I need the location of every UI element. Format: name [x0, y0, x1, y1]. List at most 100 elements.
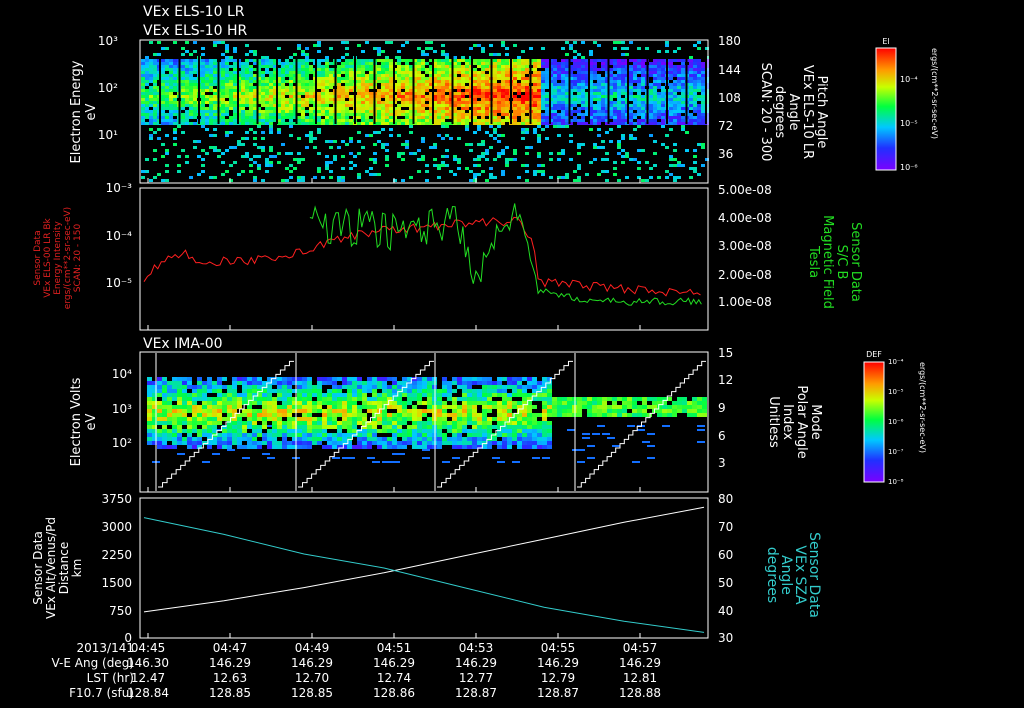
spectrogram-cell — [213, 128, 217, 131]
spectrogram-cell — [322, 445, 327, 449]
spectrogram-cell — [397, 405, 402, 409]
spectrogram-cell — [357, 405, 362, 409]
spectrogram-cell — [501, 152, 505, 155]
spectrogram-cell — [153, 149, 157, 152]
spectrogram-cell — [209, 65, 213, 68]
spectrogram-cell — [537, 140, 541, 143]
spectrogram-cell — [221, 41, 225, 44]
spectrogram-cell — [653, 122, 657, 125]
spectrogram-cell — [309, 86, 313, 89]
spectrogram-cell — [441, 119, 445, 122]
spectrogram-cell — [557, 74, 561, 77]
spectrogram-cell — [457, 83, 461, 86]
spectrogram-cell — [472, 429, 477, 433]
spectrogram-cell — [433, 158, 437, 161]
spectrogram-cell — [145, 65, 149, 68]
spectrogram-cell — [192, 409, 197, 413]
spectrogram-cell — [465, 107, 469, 110]
spectrogram-cell — [173, 110, 177, 113]
spectrogram-cell — [553, 92, 557, 95]
spectrogram-cell — [485, 158, 489, 161]
spectrogram-cell — [521, 71, 525, 74]
spectrogram-cell — [505, 107, 509, 110]
spectrogram-cell — [241, 170, 245, 173]
spectrogram-cell — [617, 143, 621, 146]
spectrogram-cell — [497, 122, 501, 125]
spectrogram-cell — [153, 53, 157, 56]
spectrogram-cell — [317, 441, 322, 445]
spectrogram-cell — [192, 417, 197, 421]
spectrogram-cell — [527, 433, 532, 437]
spectrogram-cell — [447, 441, 452, 445]
spectrogram-cell — [249, 110, 253, 113]
spectrogram-cell — [701, 95, 705, 98]
spectrogram-cell — [581, 62, 585, 65]
spectrogram-cell — [172, 441, 177, 445]
spectrogram-cell — [545, 110, 549, 113]
spectrogram-cell — [441, 62, 445, 65]
spectrogram-cell — [242, 421, 247, 425]
spectrogram-cell — [537, 445, 542, 449]
spectrogram-cell — [149, 134, 153, 137]
spectrogram-cell — [533, 107, 537, 110]
spectrogram-cell — [227, 393, 232, 397]
spectrogram-cell — [352, 381, 357, 385]
spectrogram-cell — [352, 377, 357, 381]
spectrogram-cell — [329, 116, 333, 119]
spectrogram-cell — [567, 397, 572, 401]
spectrogram-cell — [601, 158, 605, 161]
spectrogram-cell — [441, 80, 445, 83]
spectrogram-cell — [629, 77, 633, 80]
spectrogram-cell — [317, 92, 321, 95]
spectrogram-cell — [161, 68, 165, 71]
panel2-rtick: 5.00e-08 — [718, 183, 772, 197]
spectrogram-cell — [357, 86, 361, 89]
spectrogram-cell — [377, 65, 381, 68]
spectrogram-cell — [372, 433, 377, 437]
spectrogram-cell — [673, 92, 677, 95]
spectrogram-cell — [149, 71, 153, 74]
spectrogram-cell — [285, 152, 289, 155]
spectrogram-cell — [272, 389, 277, 393]
spectrogram-cell — [453, 77, 457, 80]
spectrogram-cell — [501, 98, 505, 101]
spectrogram-cell — [633, 101, 637, 104]
spectrogram-cell — [332, 405, 337, 409]
spectrogram-cell — [547, 421, 552, 425]
spectrogram-cell — [192, 393, 197, 397]
spectrogram-cell — [472, 397, 477, 401]
spectrogram-cell — [197, 155, 201, 158]
spectrogram-cell — [442, 405, 447, 409]
spectrogram-cell — [661, 110, 665, 113]
spectrogram-cell — [669, 107, 673, 110]
spectrogram-cell — [241, 98, 245, 101]
spectrogram-cell — [389, 59, 393, 62]
spectrogram-cell — [205, 116, 209, 119]
spectrogram-cell — [225, 92, 229, 95]
spectrogram-cell — [381, 104, 385, 107]
spectrogram-cell — [669, 98, 673, 101]
spectrogram-cell — [681, 95, 685, 98]
spectrogram-cell — [197, 437, 202, 441]
spectrogram-cell — [541, 113, 545, 116]
spectrogram-cell — [512, 461, 520, 463]
spectrogram-cell — [205, 89, 209, 92]
spectrogram-cell — [401, 98, 405, 101]
spectrogram-cell — [402, 441, 407, 445]
spectrogram-cell — [545, 65, 549, 68]
spectrogram-cell — [573, 50, 577, 53]
spectrogram-cell — [522, 409, 527, 413]
spectrogram-cell — [373, 47, 377, 50]
spectrogram-cell — [553, 107, 557, 110]
spectrogram-cell — [397, 110, 401, 113]
spectrogram-cell — [689, 83, 693, 86]
spectrogram-cell — [301, 113, 305, 116]
spectrogram-cell — [473, 116, 477, 119]
spectrogram-cell — [389, 71, 393, 74]
spectrogram-cell — [561, 116, 565, 119]
spectrogram-cell — [265, 113, 269, 116]
spectrogram-cell — [197, 405, 202, 409]
spectrogram-cell — [482, 421, 487, 425]
spectrogram-cell — [577, 179, 581, 182]
spectrogram-cell — [532, 397, 537, 401]
